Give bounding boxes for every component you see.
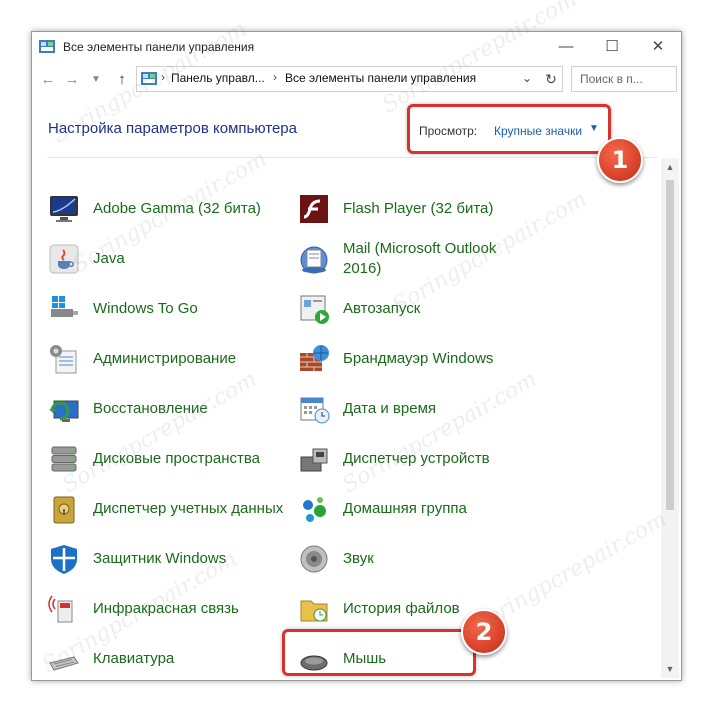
homegroup-icon — [303, 497, 326, 522]
breadcrumb-separator-icon: › — [161, 70, 165, 84]
administrative-tools-icon — [50, 345, 77, 374]
breadcrumb-control-panel[interactable]: Панель управл... — [171, 71, 265, 85]
item-autoplay[interactable]: Автозапуск — [298, 289, 538, 329]
item-windows-defender[interactable]: Защитник Windows — [48, 539, 288, 579]
item-credential-manager[interactable]: Диспетчер учетных данных — [48, 489, 288, 529]
breadcrumb-all-items[interactable]: Все элементы панели управления — [285, 71, 476, 85]
item-adobe-gamma[interactable]: Adobe Gamma (32 бита) — [48, 189, 288, 229]
page-title: Настройка параметров компьютера — [48, 120, 297, 137]
item-flash-player[interactable]: Flash Player (32 бита) — [298, 189, 538, 229]
maximize-button[interactable]: ☐ — [589, 32, 635, 62]
mail-icon — [300, 246, 328, 274]
autoplay-icon — [300, 295, 329, 324]
recovery-icon — [49, 400, 79, 422]
callout-badge-1: 1 — [597, 137, 643, 183]
up-arrow-icon[interactable]: ↑ — [112, 70, 132, 90]
title-bar: Все элементы панели управления — ☐ ✕ — [32, 32, 681, 62]
credential-manager-icon — [53, 496, 75, 524]
item-date-time[interactable]: Дата и время — [298, 389, 538, 429]
breadcrumb-separator-icon: › — [273, 70, 277, 84]
search-placeholder: Поиск в п... — [580, 72, 643, 86]
item-administration[interactable]: Администрирование — [48, 339, 288, 379]
infrared-icon — [48, 595, 73, 623]
address-bar-row: ← → ▼ ↑ › Панель управл... › Все элемент… — [32, 62, 681, 96]
device-manager-icon — [300, 448, 328, 472]
callout-view-by — [407, 104, 611, 154]
item-infrared[interactable]: Инфракрасная связь — [48, 589, 288, 629]
item-device-manager[interactable]: Диспетчер устройств — [298, 439, 538, 479]
file-history-icon — [300, 600, 328, 622]
speaker-icon — [300, 545, 328, 573]
back-arrow-icon[interactable]: ← — [38, 70, 58, 90]
control-panel-icon — [141, 72, 157, 85]
scroll-up-icon[interactable]: ▲ — [661, 158, 679, 176]
minimize-button[interactable]: — — [543, 32, 589, 62]
item-recovery[interactable]: Восстановление — [48, 389, 288, 429]
window-title: Все элементы панели управления — [63, 40, 255, 54]
close-button[interactable]: ✕ — [635, 32, 681, 62]
item-keyboard[interactable]: Клавиатура — [48, 639, 288, 679]
java-icon — [49, 244, 79, 274]
adobe-gamma-icon — [50, 196, 78, 222]
windows-to-go-icon — [51, 296, 78, 317]
item-sound[interactable]: Звук — [298, 539, 538, 579]
item-windows-to-go[interactable]: Windows To Go — [48, 289, 288, 329]
vertical-scrollbar[interactable]: ▲ ▼ — [661, 158, 679, 678]
flash-player-icon — [300, 195, 328, 223]
calendar-clock-icon — [300, 397, 330, 424]
item-homegroup[interactable]: Домашняя группа — [298, 489, 538, 529]
item-mail[interactable]: Mail (Microsoft Outlook 2016) — [298, 239, 538, 279]
address-field[interactable]: › Панель управл... › Все элементы панели… — [136, 66, 563, 92]
keyboard-icon — [49, 656, 79, 671]
header-divider — [47, 157, 657, 158]
search-input[interactable]: Поиск в п... — [571, 66, 677, 92]
callout-mouse — [282, 629, 476, 676]
scrollbar-thumb[interactable] — [666, 180, 674, 510]
recent-dropdown-icon[interactable]: ▼ — [86, 70, 106, 90]
callout-badge-2: 2 — [461, 609, 507, 655]
item-storage-spaces[interactable]: Дисковые пространства — [48, 439, 288, 479]
scroll-down-icon[interactable]: ▼ — [661, 660, 679, 678]
shield-icon — [51, 545, 77, 574]
address-dropdown-icon[interactable]: ⌄ — [522, 71, 532, 85]
firewall-icon — [300, 345, 329, 371]
item-windows-firewall[interactable]: Брандмауэр Windows — [298, 339, 538, 379]
control-panel-icon — [39, 40, 55, 53]
storage-spaces-icon — [51, 446, 77, 472]
item-java[interactable]: Java — [48, 239, 288, 279]
refresh-button[interactable]: ↻ — [540, 66, 563, 92]
forward-arrow-icon[interactable]: → — [62, 70, 82, 90]
